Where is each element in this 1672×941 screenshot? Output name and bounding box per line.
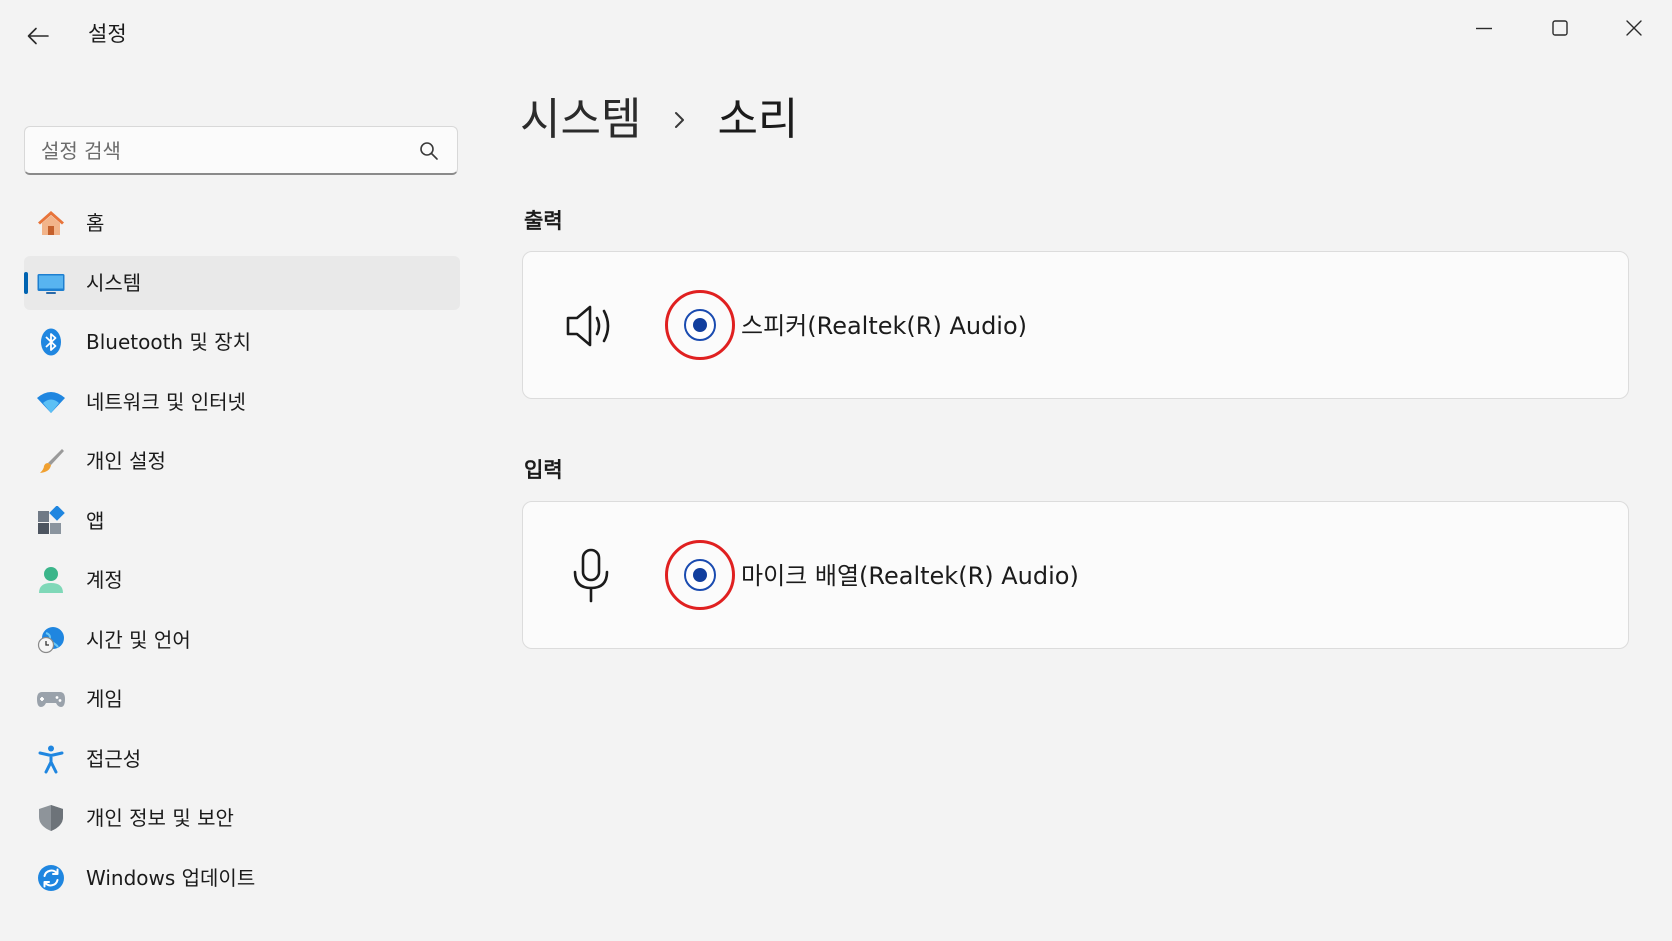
sidebar-item-label: 게임 [86, 687, 123, 711]
search-input[interactable] [39, 127, 423, 175]
input-device-label: 마이크 배열(Realtek(R) Audio) [741, 562, 1079, 590]
sidebar-item-personalization[interactable]: 개인 설정 [24, 434, 460, 488]
shield-icon [36, 803, 66, 833]
radio-selected-dot [693, 318, 707, 332]
sidebar-nav: 홈 시스템 Bluetooth 및 장치 네트워크 및 인터넷 개인 설정 앱 … [24, 196, 460, 910]
radio-selected-dot [693, 568, 707, 582]
maximize-icon [1552, 20, 1568, 36]
sidebar-item-label: 네트워크 및 인터넷 [86, 389, 246, 414]
wifi-icon [36, 387, 66, 417]
accessibility-icon [36, 744, 66, 774]
chevron-right-icon [673, 109, 687, 131]
sidebar-item-accessibility[interactable]: 접근성 [24, 732, 460, 786]
apps-icon [36, 505, 66, 536]
sidebar-item-label: Windows 업데이트 [86, 865, 256, 890]
output-device-card[interactable]: 스피커(Realtek(R) Audio) [522, 251, 1629, 399]
minimize-icon [1476, 27, 1492, 30]
sidebar-item-windows-update[interactable]: Windows 업데이트 [24, 851, 460, 905]
breadcrumb: 시스템 소리 [520, 88, 798, 152]
speaker-icon [563, 298, 619, 354]
sidebar-item-label: 홈 [86, 211, 105, 235]
gamepad-icon [36, 684, 66, 714]
person-icon [36, 565, 66, 595]
app-title: 설정 [88, 22, 127, 46]
sidebar-item-bluetooth[interactable]: Bluetooth 및 장치 [24, 315, 460, 369]
close-icon [1626, 20, 1642, 36]
input-radio-wrapper [665, 540, 735, 610]
sidebar-item-system[interactable]: 시스템 [24, 255, 460, 310]
output-device-radio[interactable] [684, 309, 716, 341]
microphone-icon [563, 548, 619, 604]
output-device-label: 스피커(Realtek(R) Audio) [741, 312, 1028, 340]
maximize-button[interactable] [1530, 8, 1590, 48]
minimize-button[interactable] [1454, 8, 1514, 48]
breadcrumb-parent[interactable]: 시스템 [520, 90, 641, 150]
search-box [24, 126, 458, 175]
home-icon [36, 208, 66, 238]
update-icon [36, 863, 66, 893]
search-icon[interactable] [419, 141, 439, 161]
output-radio-wrapper [665, 290, 735, 360]
sidebar-item-network[interactable]: 네트워크 및 인터넷 [24, 375, 460, 429]
sidebar-item-privacy[interactable]: 개인 정보 및 보안 [24, 791, 460, 845]
title-bar: 설정 [0, 0, 1672, 64]
output-section-title: 출력 [524, 209, 563, 233]
paintbrush-icon [36, 446, 66, 476]
sidebar-item-label: 앱 [86, 508, 105, 533]
sidebar-item-label: 시간 및 언어 [86, 627, 191, 652]
sidebar-item-home[interactable]: 홈 [24, 196, 460, 250]
bluetooth-icon [36, 327, 66, 357]
input-section-title: 입력 [524, 458, 563, 482]
sidebar-item-label: 접근성 [86, 746, 142, 771]
sidebar-item-label: 개인 정보 및 보안 [86, 806, 234, 830]
sidebar-item-label: 개인 설정 [86, 449, 166, 473]
page-title: 소리 [717, 94, 799, 145]
sidebar-item-label: Bluetooth 및 장치 [86, 330, 252, 354]
sidebar-item-accounts[interactable]: 계정 [24, 553, 460, 607]
arrow-left-icon [27, 27, 49, 45]
sidebar-item-gaming[interactable]: 게임 [24, 672, 460, 726]
clock-globe-icon [36, 625, 66, 655]
back-button[interactable] [22, 20, 54, 52]
sidebar-item-apps[interactable]: 앱 [24, 494, 460, 548]
sidebar-item-label: 계정 [86, 568, 123, 592]
sidebar-item-time-language[interactable]: 시간 및 언어 [24, 613, 460, 667]
close-button[interactable] [1604, 8, 1664, 48]
monitor-icon [36, 268, 66, 298]
input-device-card[interactable]: 마이크 배열(Realtek(R) Audio) [522, 501, 1629, 649]
input-device-radio[interactable] [684, 559, 716, 591]
sidebar-item-label: 시스템 [86, 270, 142, 295]
